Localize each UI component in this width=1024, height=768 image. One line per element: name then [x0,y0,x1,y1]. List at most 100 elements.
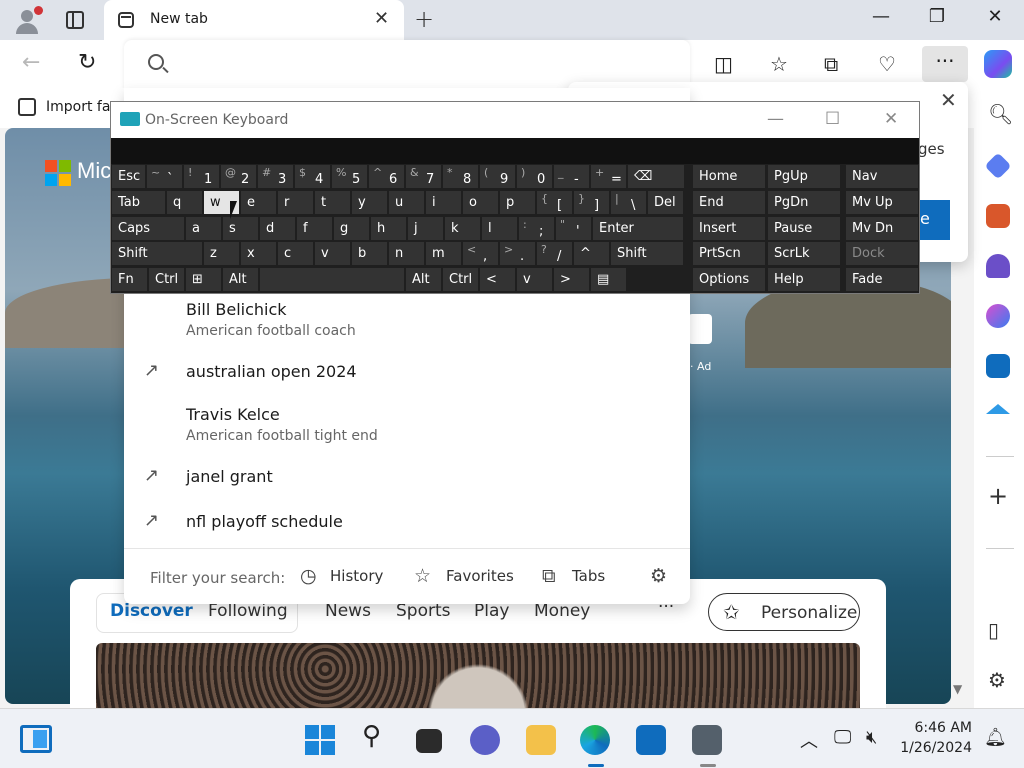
osk-key[interactable]: {[ [537,191,572,214]
osk-key[interactable]: Shift [112,242,202,265]
feed-article-image[interactable] [96,643,860,708]
tabs-icon[interactable]: ⧉ [542,565,556,587]
osk-key[interactable]: <, [463,242,498,265]
refresh-icon[interactable]: ↻ [78,50,96,75]
edge-browser-icon[interactable] [580,725,610,755]
teams-chat-icon[interactable] [470,725,500,755]
osk-key[interactable]: $4 [295,165,330,188]
shopping-tag-icon[interactable] [984,152,1012,180]
osk-key[interactable]: ⊞ [186,268,221,291]
history-clock-icon[interactable]: ◷ [300,565,317,587]
osk-key[interactable]: ScrLk [768,242,840,265]
osk-key[interactable]: ) 0 [517,165,552,188]
osk-key[interactable]: #3 [258,165,293,188]
favorites-star-icon[interactable]: ☆ [770,52,788,76]
sidebar-settings-gear-icon[interactable]: ⚙ [988,668,1006,692]
split-screen-icon[interactable]: ◫ [714,52,733,76]
osk-key[interactable]: Esc [112,165,145,188]
import-favorites-link[interactable]: Import fa [46,99,110,115]
osk-key[interactable]: Fade [846,268,918,291]
osk-key[interactable]: Fn [112,268,147,291]
minimize-icon[interactable]: — [858,6,904,27]
osk-key[interactable]: y [352,191,387,214]
osk-key[interactable]: x [241,242,276,265]
volume-muted-icon[interactable]: 🔇︎ [866,727,877,748]
osk-key[interactable]: z [204,242,239,265]
osk-minimize-icon[interactable]: — [767,109,784,129]
osk-key[interactable]: Help [768,268,840,291]
visual-search-icon[interactable] [688,314,712,344]
favorites-star-icon[interactable]: ☆ [414,565,431,587]
osk-key[interactable]: ? / [537,242,572,265]
osk-key[interactable]: }] [574,191,609,214]
popup-close-icon[interactable]: ✕ [940,88,957,112]
osk-key[interactable]: h [371,217,406,240]
copilot-icon[interactable] [984,50,1012,78]
osk-key[interactable]: Del [648,191,683,214]
osk-key[interactable]: Nav [846,165,918,188]
outlook-icon[interactable] [986,354,1010,378]
microsoft-365-icon[interactable] [986,304,1010,328]
collections-icon[interactable]: ⧉ [824,52,838,76]
personalize-button[interactable]: ✩ Personalize [708,593,860,631]
osk-key[interactable]: ^ 6 [369,165,404,188]
add-sidebar-app-icon[interactable]: + [988,482,1008,510]
tab-sports[interactable]: Sports [396,601,451,621]
send-drop-icon[interactable] [986,404,1010,414]
osk-key[interactable]: ! 1 [184,165,219,188]
osk-key[interactable]: j [408,217,443,240]
osk-key[interactable]: ^ [574,242,609,265]
osk-key[interactable]: a [186,217,221,240]
import-favorites-icon[interactable] [18,98,36,116]
osk-key[interactable]: l [482,217,517,240]
osk-key[interactable]: " ' [556,217,591,240]
task-view-icon[interactable] [416,729,442,753]
osk-key[interactable]: k [445,217,480,240]
osk-key[interactable]: :; [519,217,554,240]
tab-news[interactable]: News [325,601,371,621]
settings-more-icon[interactable]: ··· [922,46,968,82]
show-hidden-icons-chevron-icon[interactable]: ︿ [800,727,818,753]
osk-key[interactable]: < [480,268,515,291]
osk-key[interactable]: t [315,191,350,214]
osk-key[interactable]: Alt [223,268,258,291]
osk-key[interactable]: @2 [221,165,256,188]
osk-key[interactable]: & 7 [406,165,441,188]
osk-maximize-icon[interactable]: ☐ [825,109,840,129]
tab-close-icon[interactable]: ✕ [374,8,389,29]
osk-taskbar-icon[interactable] [692,725,722,755]
osk-key[interactable]: Home [693,165,765,188]
tools-briefcase-icon[interactable] [986,204,1010,228]
filter-settings-gear-icon[interactable]: ⚙ [650,565,667,587]
osk-key[interactable]: + = [591,165,626,188]
osk-key[interactable]: v [517,268,552,291]
osk-key[interactable]: i [426,191,461,214]
osk-key[interactable]: n [389,242,424,265]
osk-close-icon[interactable]: ✕ [884,109,898,129]
osk-key[interactable]: e [241,191,276,214]
osk-key[interactable]: c [278,242,313,265]
taskbar-search-icon[interactable]: ⚲ [362,721,381,751]
osk-key[interactable]: d [260,217,295,240]
osk-key[interactable]: ▤ [591,268,626,291]
network-display-icon[interactable]: 🖵︎ [834,727,851,748]
osk-key[interactable]: ~ ` [147,165,182,188]
osk-key[interactable]: >. [500,242,535,265]
osk-key[interactable]: Enter [593,217,683,240]
tab-play[interactable]: Play [474,601,509,621]
osk-key[interactable]: r [278,191,313,214]
osk-key[interactable]: Dock [846,242,918,265]
osk-key[interactable]: q [167,191,202,214]
osk-key[interactable]: End [693,191,765,214]
filter-tabs-button[interactable]: Tabs [572,567,605,585]
osk-key[interactable]: Mv Up [846,191,918,214]
osk-key[interactable]: _ - [554,165,589,188]
osk-key[interactable]: b [352,242,387,265]
games-chess-icon[interactable] [986,254,1010,278]
filter-history-button[interactable]: History [330,567,383,585]
clock-time[interactable]: 6:46 AM [910,720,972,736]
osk-key[interactable]: f [297,217,332,240]
osk-key[interactable]: % 5 [332,165,367,188]
restore-icon[interactable]: ❐ [914,6,960,27]
osk-key[interactable]: Mv Dn [846,217,918,240]
